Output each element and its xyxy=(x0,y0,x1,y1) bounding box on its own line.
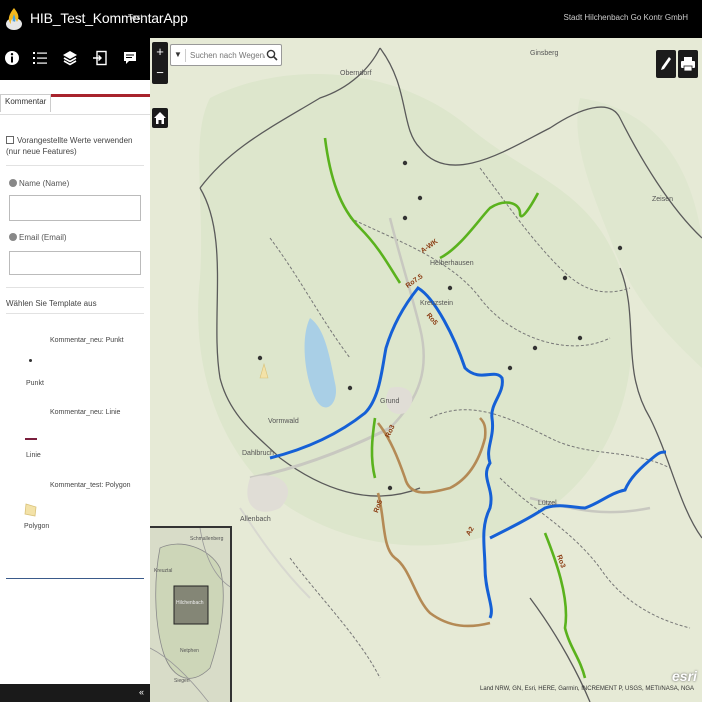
template-caption-line: Linie xyxy=(26,452,41,459)
map-label: Helberhausen xyxy=(430,260,474,267)
edit-icon xyxy=(661,57,671,70)
overview-label: Hilchenbach xyxy=(176,600,204,606)
info-icon xyxy=(9,179,17,187)
overview-label: Schmallenberg xyxy=(190,536,224,542)
email-field-label: Email (Email) xyxy=(9,233,67,242)
info-icon xyxy=(9,233,17,241)
map-label: Dahlbruch xyxy=(242,450,274,457)
template-heading-polygon: Kommentar_test: Polygon xyxy=(50,482,131,489)
app-subtitle: Test xyxy=(128,13,143,22)
zoom-control: + − xyxy=(152,42,168,84)
line-symbol-icon[interactable] xyxy=(25,438,37,440)
panel-footer: « xyxy=(0,684,150,702)
flame-logo-icon xyxy=(6,8,22,30)
esri-logo[interactable]: esri xyxy=(672,668,697,684)
app-window: HIB_Test_KommentarApp Test Stadt Hilchen… xyxy=(0,0,702,702)
name-field-label: Name (Name) xyxy=(9,179,69,188)
widget-toolbar xyxy=(0,38,150,80)
overview-map[interactable]: Hilchenbach Schmallenberg Netphen Siegen… xyxy=(150,526,232,702)
overview-label: Netphen xyxy=(180,648,199,654)
panel-body: Vorangestellte Werte verwenden (nur neue… xyxy=(0,114,150,684)
search-source-dropdown[interactable]: ▼ xyxy=(174,50,182,59)
template-caption-polygon: Polygon xyxy=(24,523,50,530)
map-view[interactable]: Dahlbruch Allenbach Helberhausen Lützel … xyxy=(150,38,702,702)
preset-values-checkbox[interactable] xyxy=(6,136,14,144)
edit-button[interactable] xyxy=(656,50,676,78)
map-label: Grund xyxy=(380,398,400,405)
polygon-symbol-icon[interactable] xyxy=(24,503,38,517)
point-symbol-icon[interactable] xyxy=(29,359,32,362)
map-label: Lützel xyxy=(538,500,557,507)
preset-values-label: Vorangestellte Werte verwenden (nur neue… xyxy=(6,136,133,156)
panel-bottom-rule xyxy=(6,578,144,579)
map-label: Vormwald xyxy=(268,418,299,425)
divider xyxy=(6,313,144,314)
email-field[interactable] xyxy=(9,251,141,275)
template-heading-point: Kommentar_neu: Punkt xyxy=(50,337,124,344)
home-button[interactable] xyxy=(152,108,168,128)
map-label: Zeisen xyxy=(652,196,674,203)
zoom-in-icon[interactable]: + xyxy=(152,42,168,63)
print-button[interactable] xyxy=(678,50,698,78)
map-label: Kreuzstein xyxy=(420,300,454,307)
overview-label: Kreuztal xyxy=(154,568,173,574)
tab-kommentar[interactable]: Kommentar xyxy=(0,94,52,112)
export-icon[interactable] xyxy=(88,46,112,70)
layers-icon[interactable] xyxy=(58,46,82,70)
template-caption-point: Punkt xyxy=(26,380,44,387)
map-label: Oberndorf xyxy=(340,70,372,77)
divider xyxy=(6,165,144,166)
home-icon xyxy=(154,112,166,124)
map-attribution: Land NRW, GN, Esri, HERE, Garmin, INCREM… xyxy=(480,686,695,692)
header-links[interactable]: Stadt Hilchenbach Go Kontr GmbH xyxy=(563,13,688,22)
map-label: Ginsberg xyxy=(530,50,559,57)
collapse-panel-button[interactable]: « xyxy=(139,687,144,697)
map-label: Allenbach xyxy=(240,516,271,523)
comment-panel: Kommentar Vorangestellte Werte verwenden… xyxy=(0,80,150,684)
app-header: HIB_Test_KommentarApp Test Stadt Hilchen… xyxy=(0,0,702,38)
info-icon[interactable] xyxy=(0,46,24,70)
search-box: ▼ xyxy=(170,44,282,66)
search-input[interactable] xyxy=(185,49,265,62)
overview-map-canvas xyxy=(150,528,230,702)
legend-icon[interactable] xyxy=(28,46,52,70)
name-field[interactable] xyxy=(9,195,141,221)
template-heading-line: Kommentar_neu: Linie xyxy=(50,409,121,416)
email-label-text: Email (Email) xyxy=(19,233,67,242)
comment-icon[interactable] xyxy=(118,46,142,70)
basemap-layer xyxy=(150,38,702,702)
name-label-text: Name (Name) xyxy=(19,179,70,188)
print-icon xyxy=(681,57,695,72)
overview-label: Siegen xyxy=(174,678,190,684)
zoom-out-icon[interactable]: − xyxy=(152,63,168,84)
search-icon[interactable] xyxy=(266,49,278,61)
preset-values-option[interactable]: Vorangestellte Werte verwenden (nur neue… xyxy=(6,135,144,157)
app-title: HIB_Test_KommentarApp xyxy=(30,10,188,26)
divider xyxy=(6,287,144,288)
templates-title: Wählen Sie Template aus xyxy=(6,299,97,308)
